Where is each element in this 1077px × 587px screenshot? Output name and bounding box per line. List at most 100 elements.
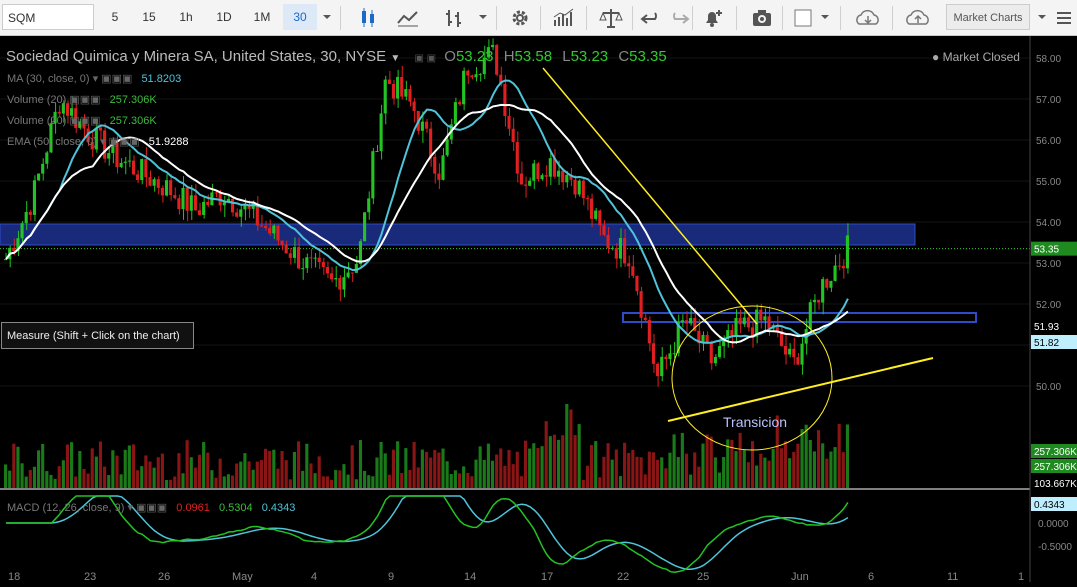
price-tick-label: 54.00 xyxy=(1036,218,1061,229)
interval-1d[interactable]: 1D xyxy=(207,4,241,30)
volume-bar xyxy=(804,424,808,488)
interval-15[interactable]: 15 xyxy=(132,4,166,30)
candle xyxy=(445,139,449,156)
volume-bar xyxy=(684,453,689,488)
volume-bar xyxy=(540,446,544,488)
color-dropdown-icon[interactable] xyxy=(816,4,834,30)
indicators-icon[interactable] xyxy=(550,5,578,31)
volume-bar xyxy=(660,457,664,488)
volume-bar xyxy=(647,451,651,488)
candle xyxy=(788,348,792,355)
candle xyxy=(404,89,408,97)
menu-icon[interactable] xyxy=(1052,5,1077,31)
symbol-input[interactable]: SQM xyxy=(2,4,94,30)
volume-bar xyxy=(750,441,755,488)
candle xyxy=(412,101,416,111)
volume-bar xyxy=(680,432,684,488)
candle xyxy=(239,209,243,217)
time-tick-label: 17 xyxy=(541,571,553,582)
candle xyxy=(635,275,639,292)
price-tick-label: 50.00 xyxy=(1036,382,1061,393)
candle xyxy=(346,272,350,278)
indicator-ema-legend[interactable]: EMA (50, close, 0) ▾ ▣▣▣ 51.9288 xyxy=(7,135,189,148)
volume-bar xyxy=(354,479,358,488)
cloud-download-icon[interactable] xyxy=(852,5,880,31)
volume-bar xyxy=(342,464,346,488)
indicator-label: Volume (20) xyxy=(7,115,67,127)
candle xyxy=(556,170,561,177)
candle xyxy=(169,180,173,196)
interval-1h[interactable]: 1h xyxy=(169,4,203,30)
redo-icon[interactable] xyxy=(664,5,692,31)
candle xyxy=(717,346,722,357)
market-charts-button[interactable]: Market Charts xyxy=(946,4,1030,30)
candlestick-icon[interactable] xyxy=(354,5,382,31)
candle xyxy=(420,121,424,131)
market-charts-dropdown-icon[interactable] xyxy=(1033,4,1051,30)
gear-icon[interactable] xyxy=(506,5,534,31)
candle xyxy=(684,320,689,324)
candle xyxy=(424,121,429,129)
candle xyxy=(235,212,239,217)
undo-icon[interactable] xyxy=(638,5,666,31)
indicator-ma-legend[interactable]: MA (30, close, 0) ▾ ▣▣▣ 51.8203 xyxy=(7,72,181,85)
macd-tick-label: 0.0000 xyxy=(1038,519,1069,530)
volume-bar xyxy=(424,451,429,488)
market-status-text: Market Closed xyxy=(942,50,1020,64)
time-tick-label: 14 xyxy=(464,571,476,582)
volume-bar xyxy=(268,450,272,488)
volume-bar xyxy=(350,445,354,488)
interval-5[interactable]: 5 xyxy=(98,4,132,30)
volume-bar xyxy=(49,474,53,488)
volume-bar xyxy=(519,476,523,488)
candle xyxy=(148,177,152,186)
interval-30[interactable]: 30 xyxy=(283,4,317,30)
interval-1m[interactable]: 1M xyxy=(245,4,279,30)
candle xyxy=(490,44,495,48)
volume-bar xyxy=(160,453,164,488)
volume-bar xyxy=(606,443,610,488)
indicator-volume-legend-2[interactable]: Volume (20) ▣▣▣ 257.306K xyxy=(7,114,157,127)
time-tick-label: 25 xyxy=(697,571,709,582)
volume-bar xyxy=(16,446,20,488)
interval-dropdown-icon[interactable] xyxy=(318,4,336,30)
volume-bar xyxy=(639,457,643,488)
volume-bar xyxy=(70,442,74,488)
indicator-volume-legend[interactable]: Volume (20) ▣▣▣ 257.306K xyxy=(7,93,157,106)
volume-bar xyxy=(189,457,193,488)
volume-bar xyxy=(730,439,734,488)
volume-bar xyxy=(466,472,470,488)
settings-icon[interactable]: ▣ ▣ xyxy=(414,53,436,64)
alert-bell-icon[interactable] xyxy=(698,5,726,31)
candle xyxy=(664,356,668,359)
compare-scale-icon[interactable] xyxy=(597,5,625,31)
candle xyxy=(140,159,144,181)
candle xyxy=(643,317,647,321)
volume-bar xyxy=(338,470,342,488)
line-chart-icon[interactable] xyxy=(394,5,422,31)
volume-bar xyxy=(86,473,90,488)
candle xyxy=(590,198,594,219)
volume-bar xyxy=(457,473,462,488)
candle xyxy=(453,102,457,125)
indicator-macd-legend[interactable]: MACD (12, 26, close, 9) ▾ ▣▣▣ 0.0961 0.5… xyxy=(7,501,295,514)
volume-bar xyxy=(561,435,565,488)
candle xyxy=(259,225,263,227)
ohlc-bars-icon[interactable] xyxy=(440,5,468,31)
volume-bar xyxy=(136,470,140,488)
cloud-upload-icon[interactable] xyxy=(902,5,930,31)
symbol-menu-icon[interactable]: ▼ xyxy=(390,53,400,64)
chart-type-dropdown-icon[interactable] xyxy=(474,4,492,30)
volume-bar xyxy=(495,454,499,488)
camera-icon[interactable] xyxy=(748,5,776,31)
candle xyxy=(131,160,136,175)
color-swatch-icon[interactable] xyxy=(790,5,818,31)
candle xyxy=(28,211,32,215)
candle xyxy=(713,356,717,364)
volume-bar xyxy=(243,453,247,488)
candle xyxy=(136,174,140,181)
candle xyxy=(507,115,511,129)
candle xyxy=(20,223,24,239)
volume-bar xyxy=(515,451,519,488)
candle xyxy=(297,247,301,269)
